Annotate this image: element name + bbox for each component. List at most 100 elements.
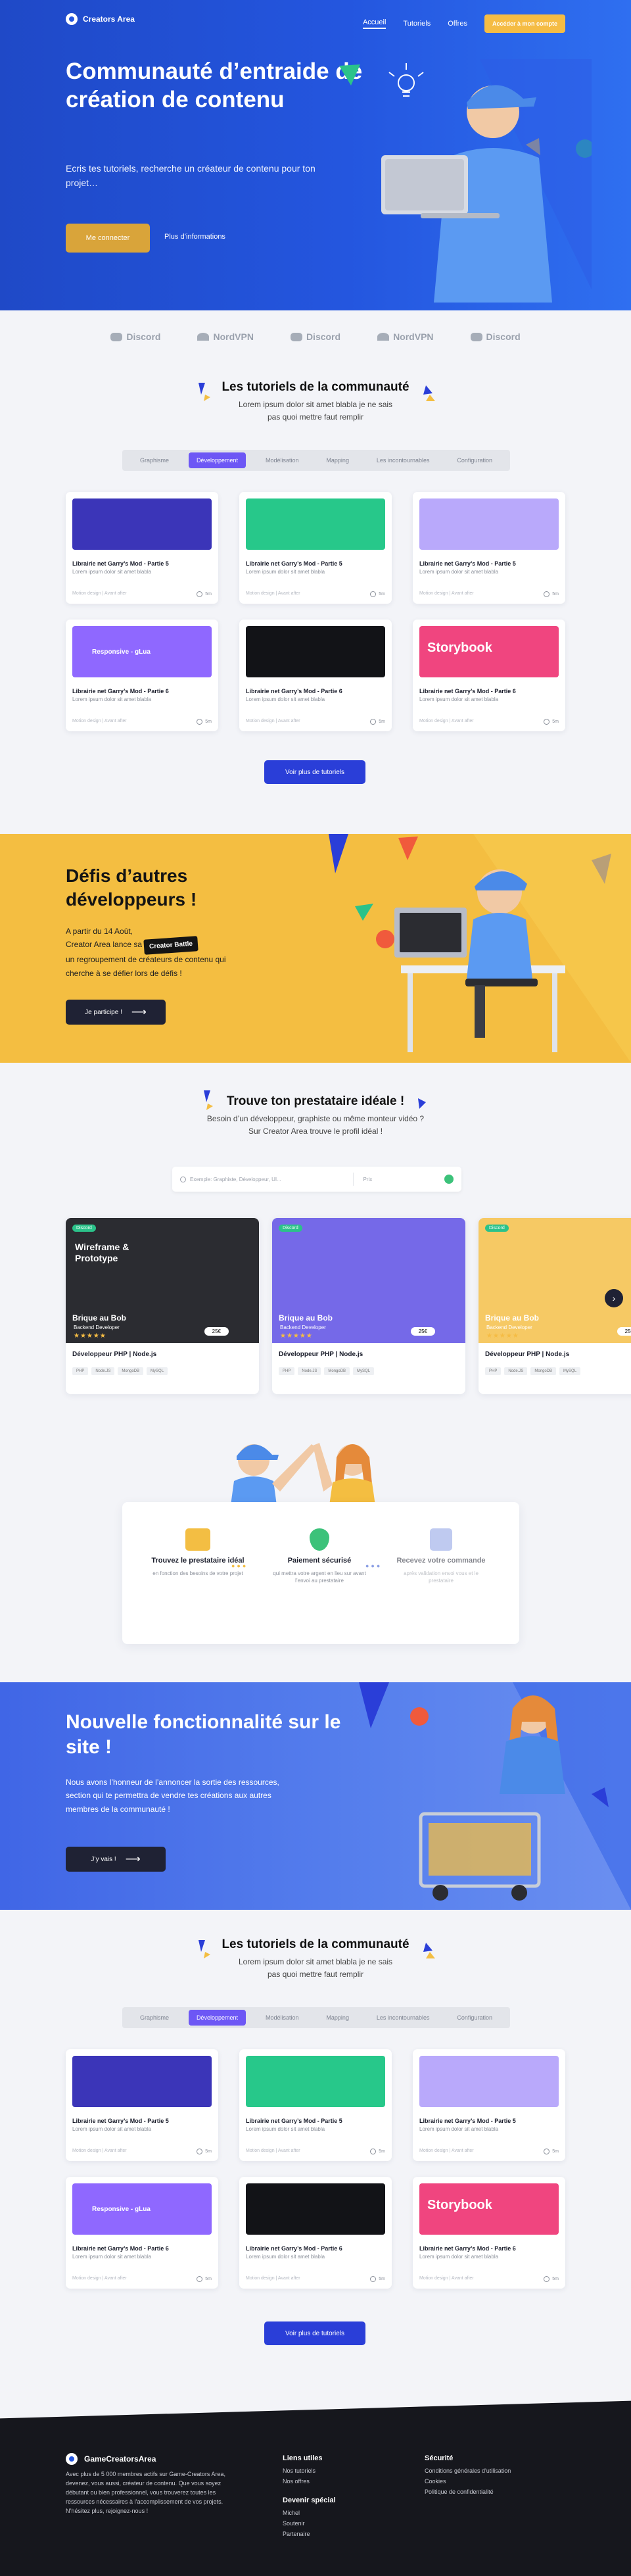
footer-link[interactable]: Michel <box>283 2510 336 2516</box>
nav-link-tutorials[interactable]: Tutoriels <box>403 20 431 28</box>
tutorial-title: Librairie net Garry’s Mod - Partie 6 <box>72 2245 169 2252</box>
footer-link[interactable]: Partenaire <box>283 2531 336 2537</box>
nordvpn-icon <box>197 333 210 341</box>
tutorial-thumbnail: Responsive - gLua <box>72 626 212 677</box>
search-input[interactable]: Exemple: Graphiste, Développeur, UI... <box>190 1177 281 1182</box>
clock-icon <box>370 591 377 597</box>
tutorial-card[interactable]: Storybook Librairie net Garry’s Mod - Par… <box>413 2177 565 2289</box>
tutorial-card[interactable]: Storybook Librairie net Garry’s Mod - Par… <box>413 620 565 731</box>
skill-tag: PHP <box>279 1367 295 1375</box>
tutorial-card[interactable]: Librairie net Garry’s Mod - Partie 5 Lore… <box>66 2049 218 2161</box>
tab-incontournables[interactable]: Les incontournables <box>369 452 438 468</box>
feature-go-button[interactable]: J’y vais ! ⟶ <box>66 1847 166 1872</box>
tutorial-category: Motion design | Avant after <box>246 2149 300 2153</box>
tutorial-title: Librairie net Garry’s Mod - Partie 6 <box>246 2245 342 2252</box>
tab-mapping[interactable]: Mapping <box>318 2010 357 2026</box>
clock-icon <box>544 2276 550 2282</box>
clock-icon <box>544 719 550 725</box>
tutorial-category: Motion design | Avant after <box>246 719 300 723</box>
tutorial-card[interactable]: Librairie net Garry’s Mod - Partie 6 Lore… <box>239 620 392 731</box>
tutorial-thumbnail <box>419 2056 559 2107</box>
footer-link[interactable]: Soutenir <box>283 2520 336 2527</box>
logo-icon <box>66 2453 78 2465</box>
footer: GameCreatorsArea Avec plus de 5 000 memb… <box>0 2383 631 2576</box>
footer-link[interactable]: Nos offres <box>283 2478 336 2485</box>
tutorial-title: Librairie net Garry’s Mod - Partie 5 <box>246 2118 342 2124</box>
tutorial-card[interactable]: Librairie net Garry’s Mod - Partie 5 Lore… <box>239 492 392 604</box>
tutorial-meta: Motion design | Avant after 5m <box>246 2149 385 2154</box>
tutorial-thumbnail <box>72 498 212 550</box>
tutorial-meta: Motion design | Avant after 5m <box>246 591 385 597</box>
tutorial-title: Librairie net Garry’s Mod - Partie 6 <box>72 688 169 694</box>
tutorial-tabs: Graphisme Développement Modélisation Map… <box>122 450 510 471</box>
tutorial-description: Lorem ipsum dolor sit amet blabla <box>72 569 152 575</box>
search-submit-button[interactable] <box>444 1175 454 1184</box>
skill-tag: Node.JS <box>298 1367 321 1375</box>
tab-configuration[interactable]: Configuration <box>449 2010 500 2026</box>
tutorial-description: Lorem ipsum dolor sit amet blabla <box>246 2254 325 2260</box>
clock-icon <box>197 2276 203 2282</box>
tab-graphisme[interactable]: Graphisme <box>132 452 177 468</box>
thumbnail-label: Storybook <box>427 641 492 655</box>
footer-link[interactable]: Cookies <box>425 2478 511 2485</box>
login-button[interactable]: Me connecter <box>66 224 150 253</box>
tab-mapping[interactable]: Mapping <box>318 452 357 468</box>
footer-link[interactable]: Politique de confidentialité <box>425 2489 511 2495</box>
duration-value: 5m <box>379 2277 385 2281</box>
tutorial-category: Motion design | Avant after <box>246 2276 300 2281</box>
nav-link-offers[interactable]: Offres <box>448 20 467 28</box>
carousel-next-button[interactable]: › <box>605 1289 623 1307</box>
challenge-text: A partir du 14 Août, Creator Area lance … <box>66 927 226 978</box>
tutorial-card[interactable]: Librairie net Garry’s Mod - Partie 5 Lore… <box>413 492 565 604</box>
nav-link-home[interactable]: Accueil <box>362 18 386 29</box>
provider-card[interactable]: Discord Brique au Bob Backend Developer ★★★… <box>272 1218 465 1394</box>
price-filter-input[interactable]: Prix <box>363 1177 372 1182</box>
tutorials-section-repeat: Les tutoriels de la communauté Lorem ips… <box>0 1910 631 2383</box>
title-decoration <box>204 1090 426 1110</box>
challenge-section: Défis d’autres développeurs ! A partir d… <box>0 834 631 1063</box>
more-info-link[interactable]: Plus d’informations <box>164 233 225 241</box>
more-tutorials-button[interactable]: Voir plus de tutoriels <box>264 760 365 784</box>
tutorial-card[interactable]: Librairie net Garry’s Mod - Partie 5 Lore… <box>66 492 218 604</box>
account-button[interactable]: Accéder à mon compte <box>484 14 565 33</box>
more-tutorials-button[interactable]: Voir plus de tutoriels <box>264 2321 365 2345</box>
tab-modelisation[interactable]: Modélisation <box>258 2010 307 2026</box>
tutorial-card[interactable]: Responsive - gLua Librairie net Garry’s M… <box>66 2177 218 2289</box>
footer-link[interactable]: Conditions générales d'utilisation <box>425 2467 511 2474</box>
footer-link[interactable]: Nos tutoriels <box>283 2467 336 2474</box>
tutorial-meta: Motion design | Avant after 5m <box>72 591 212 597</box>
tab-modelisation[interactable]: Modélisation <box>258 452 307 468</box>
footer-brand[interactable]: GameCreatorsArea <box>66 2453 156 2465</box>
tab-graphisme[interactable]: Graphisme <box>132 2010 177 2026</box>
footer-about: Avec plus de 5 000 membres actifs sur Ga… <box>66 2471 225 2514</box>
tutorial-thumbnail <box>72 2056 212 2107</box>
how-it-works-panel: Trouvez le prestataire idéal en fonction … <box>122 1502 519 1644</box>
duration-value: 5m <box>205 2149 212 2154</box>
tutorial-tabs: Graphisme Développement Modélisation Map… <box>122 2007 510 2028</box>
duration-value: 5m <box>552 719 559 724</box>
participate-button[interactable]: Je participe ! ⟶ <box>66 1000 166 1025</box>
skill-tag: MySQL <box>559 1367 581 1375</box>
skill-tag: Node.JS <box>91 1367 115 1375</box>
tutorial-card[interactable]: Responsive - gLua Librairie net Garry’s M… <box>66 620 218 731</box>
tutorial-thumbnail <box>246 626 385 677</box>
tab-incontournables[interactable]: Les incontournables <box>369 2010 438 2026</box>
tab-developpement[interactable]: Développement <box>188 2010 246 2026</box>
clock-icon <box>197 2149 203 2154</box>
provider-card[interactable]: Discord Wireframe & Prototype Brique au Bo… <box>66 1218 259 1394</box>
thumbnail-label: Responsive - gLua <box>92 2206 151 2213</box>
partner-discord: Discord <box>470 331 521 342</box>
tab-configuration[interactable]: Configuration <box>449 452 500 468</box>
feature-text: Nous avons l’honneur de l’annoncer la so… <box>66 1778 279 1814</box>
hero-illustration <box>339 59 592 303</box>
tutorial-card-grid: Librairie net Garry’s Mod - Partie 5 Lore… <box>66 2049 565 2289</box>
provider-name: Brique au Bob <box>72 1313 127 1323</box>
provider-card[interactable]: Discord Brique au Bob Backend Developer ★★★… <box>479 1218 631 1394</box>
tutorial-card[interactable]: Librairie net Garry’s Mod - Partie 5 Lore… <box>239 2049 392 2161</box>
tutorial-card[interactable]: Librairie net Garry’s Mod - Partie 6 Lore… <box>239 2177 392 2289</box>
tutorial-title: Librairie net Garry’s Mod - Partie 5 <box>246 560 342 567</box>
brand-logo[interactable]: Creators Area <box>66 13 135 25</box>
tab-developpement[interactable]: Développement <box>188 452 246 468</box>
tutorial-card[interactable]: Librairie net Garry’s Mod - Partie 5 Lore… <box>413 2049 565 2161</box>
tutorial-duration: 5m <box>544 719 559 725</box>
